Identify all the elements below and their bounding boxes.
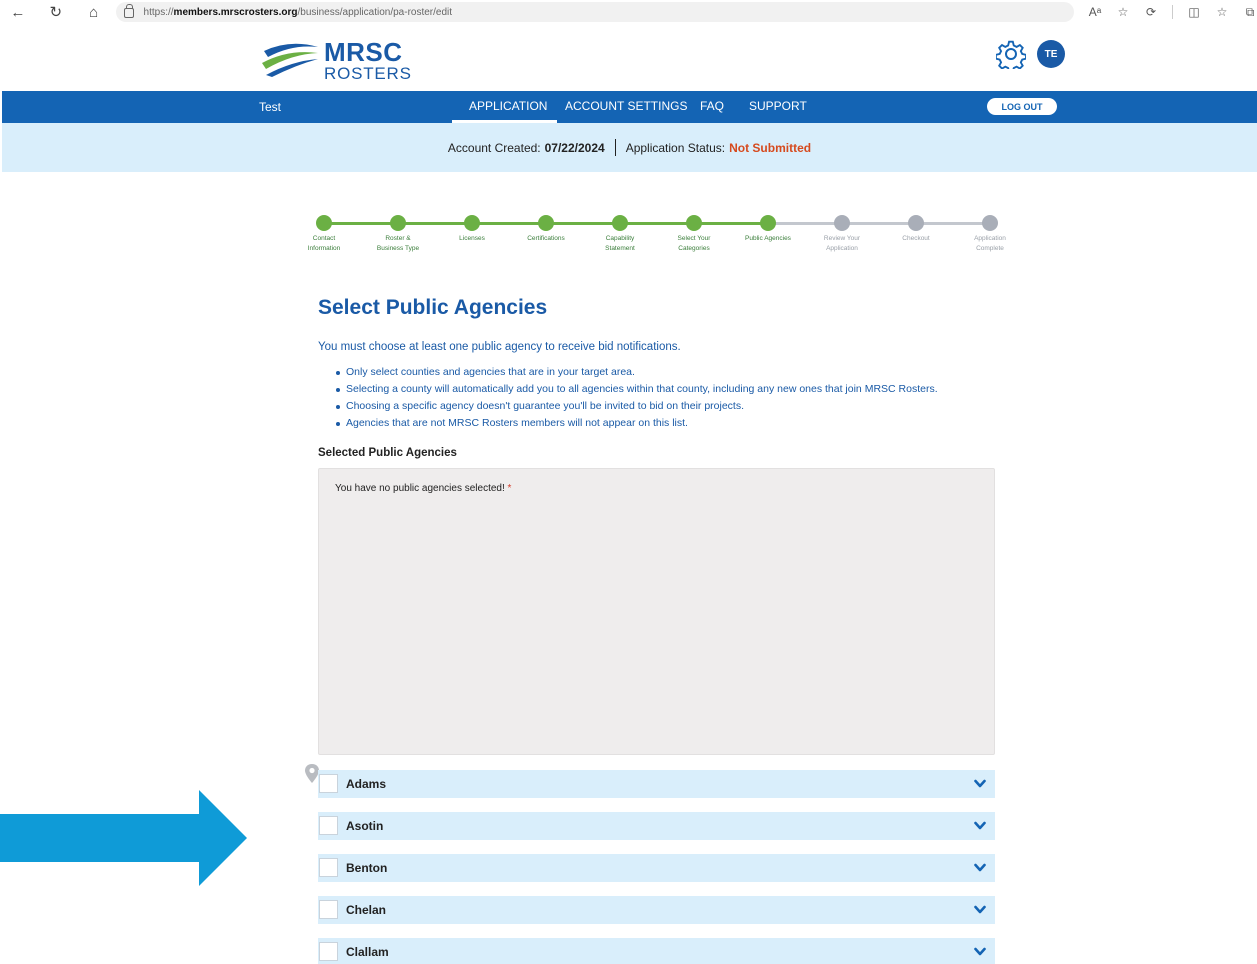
county-row-chelan[interactable]: Chelan — [318, 896, 995, 924]
step-dot — [316, 215, 332, 231]
lock-icon — [123, 4, 134, 18]
split-screen-icon[interactable]: ◫ — [1187, 5, 1201, 19]
read-aloud-icon[interactable]: Aᵃ — [1088, 5, 1102, 19]
nav-faq[interactable]: FAQ — [700, 99, 724, 113]
pointer-arrow-icon — [0, 790, 247, 886]
mrsc-rosters-logo[interactable]: MRSC ROSTERS — [262, 37, 412, 83]
refresh-icon[interactable]: ↻ — [44, 0, 68, 24]
chevron-down-icon[interactable] — [974, 821, 986, 831]
step-label: Public Agencies — [745, 235, 791, 242]
step-1[interactable]: Roster & Business Type — [361, 213, 435, 254]
instruction-item: Selecting a county will automatically ad… — [336, 383, 938, 400]
county-checkbox[interactable] — [319, 942, 338, 961]
intro-text: You must choose at least one public agen… — [318, 341, 681, 353]
nav-application[interactable]: APPLICATION — [451, 99, 559, 123]
county-checkbox[interactable] — [319, 900, 338, 919]
instructions-list: Only select counties and agencies that a… — [336, 366, 938, 434]
step-0[interactable]: Contact Information — [287, 213, 361, 254]
county-name: Chelan — [346, 903, 387, 917]
home-icon[interactable]: ⌂ — [82, 0, 106, 24]
step-dot — [982, 215, 998, 231]
page-title: Select Public Agencies — [318, 296, 548, 319]
step-2[interactable]: Licenses — [435, 213, 509, 244]
account-created-value: 07/22/2024 — [544, 140, 605, 155]
url-host: members.mrscrosters.org — [173, 6, 298, 18]
nav-account-settings[interactable]: ACCOUNT SETTINGS — [565, 99, 687, 113]
logout-button[interactable]: LOG OUT — [987, 98, 1057, 115]
step-dot — [612, 215, 628, 231]
user-avatar[interactable]: TE — [1037, 40, 1065, 68]
selected-agencies-box: You have no public agencies selected! * — [318, 468, 995, 755]
step-label: Licenses — [459, 235, 485, 242]
step-dot — [464, 215, 480, 231]
step-label: Select Your Categories — [677, 235, 711, 252]
no-agencies-message: You have no public agencies selected! * — [335, 483, 512, 494]
url-prefix: https:// — [143, 6, 174, 18]
collections-icon[interactable]: ⧉ — [1243, 5, 1257, 20]
step-6[interactable]: Public Agencies — [731, 213, 805, 244]
browser-toolbar: ← ↻ ⌂ https://members.mrscrosters.org/bu… — [0, 0, 1257, 24]
county-row-clallam[interactable]: Clallam — [318, 938, 995, 964]
step-4[interactable]: Capability Statement — [583, 213, 657, 254]
back-icon[interactable]: ← — [6, 0, 30, 24]
county-row-adams[interactable]: Adams — [318, 770, 995, 798]
county-row-asotin[interactable]: Asotin — [318, 812, 995, 840]
chevron-down-icon[interactable] — [974, 947, 986, 957]
instruction-item: Agencies that are not MRSC Rosters membe… — [336, 417, 938, 434]
status-divider — [614, 139, 616, 156]
account-status-bar: Account Created: 07/22/2024 Application … — [2, 123, 1257, 172]
favorite-star-icon[interactable]: ☆ — [1116, 5, 1130, 19]
instruction-item: Only select counties and agencies that a… — [336, 366, 938, 383]
county-name: Clallam — [346, 945, 389, 959]
step-7[interactable]: Review Your Application — [805, 213, 879, 254]
step-dot — [760, 215, 776, 231]
step-label: Review Your Application — [823, 235, 861, 252]
address-bar[interactable]: https://members.mrscrosters.org/business… — [115, 2, 1075, 22]
step-label: Checkout — [902, 235, 930, 242]
instruction-item: Choosing a specific agency doesn't guara… — [336, 400, 938, 417]
favorites-list-icon[interactable]: ☆ — [1215, 5, 1229, 19]
account-created-label: Account Created: — [447, 140, 541, 155]
settings-gear-icon[interactable] — [996, 39, 1026, 69]
county-checkbox[interactable] — [319, 858, 338, 877]
chevron-down-icon[interactable] — [974, 863, 986, 873]
step-8[interactable]: Checkout — [879, 213, 953, 244]
county-name: Asotin — [346, 819, 384, 833]
step-label: Capability Statement — [605, 235, 635, 252]
step-dot — [538, 215, 554, 231]
site-header: MRSC ROSTERS TE — [0, 24, 1257, 91]
main-navbar: Test APPLICATION ACCOUNT SETTINGS FAQ SU… — [2, 91, 1257, 123]
step-3[interactable]: Certifications — [509, 213, 583, 244]
logo-line1: MRSC — [324, 37, 403, 67]
logo-line2: ROSTERS — [324, 64, 412, 83]
nav-support[interactable]: SUPPORT — [749, 99, 807, 113]
step-label: Certifications — [527, 235, 565, 242]
toolbar-separator — [1172, 5, 1174, 19]
chevron-down-icon[interactable] — [974, 905, 986, 915]
application-status-value: Not Submitted — [729, 140, 812, 155]
step-label: Contact Information — [307, 235, 341, 252]
county-name: Adams — [346, 777, 387, 791]
step-dot — [686, 215, 702, 231]
county-checkbox[interactable] — [319, 774, 338, 793]
step-dot — [908, 215, 924, 231]
nav-username: Test — [259, 100, 282, 114]
step-9[interactable]: Application Complete — [953, 213, 1027, 254]
step-label: Roster & Business Type — [376, 235, 420, 252]
url-path: /business/application/pa-roster/edit — [297, 6, 453, 18]
county-row-benton[interactable]: Benton — [318, 854, 995, 882]
step-5[interactable]: Select Your Categories — [657, 213, 731, 254]
application-progress-stepper: Contact Information Roster & Business Typ… — [300, 213, 1020, 263]
county-name: Benton — [346, 861, 388, 875]
chevron-down-icon[interactable] — [974, 779, 986, 789]
step-dot — [390, 215, 406, 231]
logo-mark-icon — [262, 43, 318, 77]
required-asterisk: * — [507, 483, 512, 494]
step-dot — [834, 215, 850, 231]
application-status-label: Application Status: — [625, 140, 726, 155]
extensions-icon[interactable]: ⟳ — [1144, 5, 1158, 19]
county-checkbox[interactable] — [319, 816, 338, 835]
selected-agencies-label: Selected Public Agencies — [318, 447, 457, 459]
step-label: Application Complete — [974, 235, 1006, 252]
